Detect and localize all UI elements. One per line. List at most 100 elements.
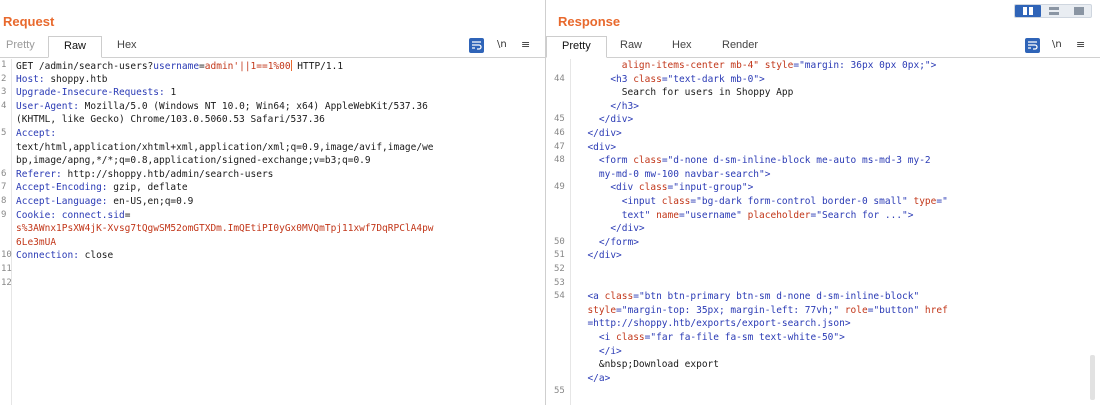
menu-icon[interactable]: ≡: [521, 38, 530, 53]
tab-request-raw[interactable]: Raw: [48, 36, 103, 58]
code-token: ="d-none d-sm-inline-block me-auto ms-md…: [661, 155, 931, 167]
code-token: GET /admin/search-users?: [16, 61, 154, 72]
code-token: </div>: [576, 128, 622, 139]
code-token: ="margin: 36px 0px 0px;">: [793, 60, 937, 71]
code-token: ="username": [678, 209, 748, 221]
line-number: 47: [554, 141, 565, 152]
code-line: </div>: [576, 128, 622, 139]
code-line: <div>: [576, 142, 616, 153]
tab-response-raw[interactable]: Raw: [620, 39, 642, 51]
request-pane: Request Pretty Raw Hex \n ≡ 1 GET /admin/…: [0, 0, 545, 405]
code-token: en-US,en;q=0.9: [113, 196, 194, 207]
line-number: 6: [1, 168, 7, 179]
tabbed-layout-icon[interactable]: [1066, 5, 1092, 17]
stacked-layout-icon[interactable]: [1041, 5, 1067, 17]
tab-request-pretty[interactable]: Pretty: [6, 39, 35, 51]
code-token: bp,image/apng,*/*;q=0.8,application/sign…: [16, 155, 371, 167]
code-token: ="Search for ...">: [810, 209, 914, 221]
line-gutter: [546, 59, 571, 405]
layout-toggle: [1014, 4, 1092, 18]
line-number: 11: [1, 264, 12, 274]
line-number: 48: [554, 155, 565, 166]
code-line: </div>: [576, 114, 633, 125]
line-number: 2: [1, 73, 7, 84]
line-number: 55: [554, 386, 565, 397]
code-line: <a class="btn btn-primary btn-sm d-none …: [576, 291, 919, 302]
code-token: =http://shoppy.htb/exports/export-search…: [576, 318, 851, 330]
side-by-side-layout-icon[interactable]: [1015, 5, 1041, 17]
code-token: ="input-group">: [667, 182, 754, 194]
code-token: class: [604, 291, 634, 303]
code-token: ="btn btn-primary btn-sm d-none d-sm-inl…: [633, 291, 920, 303]
wrap-lines-icon[interactable]: [1025, 38, 1040, 53]
response-editor[interactable]: align-items-center mb-4" style="margin: …: [546, 59, 1100, 405]
code-token: </i>: [576, 345, 622, 357]
code-token: <form: [576, 155, 634, 167]
request-editor[interactable]: 1 GET /admin/search-users?username=admin'…: [0, 59, 545, 405]
code-token: Connection:: [16, 250, 85, 262]
tab-response-hex[interactable]: Hex: [672, 39, 692, 51]
code-token: <i: [576, 332, 617, 343]
code-token: ="far fa-file fa-sm text-white-50">: [644, 332, 845, 343]
code-token: ="bg-dark form-control border-0 small": [690, 196, 914, 207]
code-token: (KHTML, like Gecko) Chrome/103.0.5060.53…: [16, 114, 325, 126]
code-token: Upgrade-Insecure-Requests:: [16, 87, 171, 99]
code-line: Cookie: connect.sid=: [16, 210, 130, 221]
code-token: style: [764, 60, 794, 71]
line-number: 51: [554, 250, 565, 261]
code-line: text/html,application/xhtml+xml,applicat…: [16, 142, 434, 153]
code-line: </h3>: [576, 101, 639, 112]
code-token: ="text-dark mb-0">: [661, 73, 765, 85]
code-line: =http://shoppy.htb/exports/export-search…: [576, 318, 851, 330]
code-token: name: [656, 209, 679, 221]
code-token: Cookie:: [16, 209, 62, 221]
code-token: <input: [576, 196, 662, 207]
response-scrollbar[interactable]: [1090, 355, 1095, 400]
code-line: Host: shoppy.htb: [16, 74, 108, 85]
code-line: <input class="bg-dark form-control borde…: [576, 196, 948, 207]
code-line: &nbsp;Download export: [576, 359, 719, 370]
code-line: </i>: [576, 346, 622, 357]
code-line: (KHTML, like Gecko) Chrome/103.0.5060.53…: [16, 114, 325, 125]
code-token: =": [936, 196, 948, 207]
line-number: 9: [1, 209, 7, 220]
code-token: HTTP/1.1: [291, 61, 344, 72]
menu-icon[interactable]: ≡: [1076, 38, 1085, 53]
code-token: gzip, deflate: [113, 182, 188, 194]
line-number: 44: [554, 73, 565, 84]
code-token: &nbsp;Download export: [576, 359, 719, 371]
code-token: connect.sid: [61, 209, 125, 221]
code-token: Accept-Language:: [16, 196, 114, 207]
code-token: close: [84, 250, 114, 262]
show-newlines-icon[interactable]: \n: [497, 39, 507, 54]
tab-response-render[interactable]: Render: [722, 39, 758, 51]
code-token: Referer:: [16, 168, 68, 180]
code-token: User-Agent:: [16, 100, 85, 112]
tab-response-pretty[interactable]: Pretty: [546, 36, 607, 58]
code-token: text": [576, 209, 657, 221]
code-line: Accept-Language: en-US,en;q=0.9: [16, 196, 193, 207]
line-number: 5: [1, 128, 7, 138]
code-token: <h3: [576, 73, 634, 85]
code-token: role: [844, 304, 868, 316]
show-newlines-icon[interactable]: \n: [1052, 39, 1062, 54]
code-token: style: [576, 304, 617, 316]
line-number: 7: [1, 182, 7, 193]
line-number: 8: [1, 196, 7, 206]
code-line: text" name="username" placeholder="Searc…: [576, 209, 914, 221]
wrap-lines-icon[interactable]: [469, 38, 484, 53]
code-token: Accept-Encoding:: [16, 182, 114, 194]
code-line: Accept-Encoding: gzip, deflate: [16, 182, 188, 193]
code-token: </a>: [576, 372, 611, 384]
code-token: </div>: [576, 114, 634, 126]
code-token: ="margin-top: 35px; margin-left: 77vh;": [616, 304, 845, 316]
tab-request-hex[interactable]: Hex: [117, 39, 137, 51]
line-number: 45: [554, 114, 565, 125]
code-token: <a: [576, 291, 605, 303]
line-number: 4: [1, 100, 7, 111]
code-line: Upgrade-Insecure-Requests: 1: [16, 87, 176, 98]
code-token: class: [633, 73, 662, 85]
line-number: 10: [1, 250, 12, 261]
line-number: 52: [554, 264, 565, 274]
response-tabs: Pretty Raw Hex Render \n ≡: [546, 36, 1100, 58]
